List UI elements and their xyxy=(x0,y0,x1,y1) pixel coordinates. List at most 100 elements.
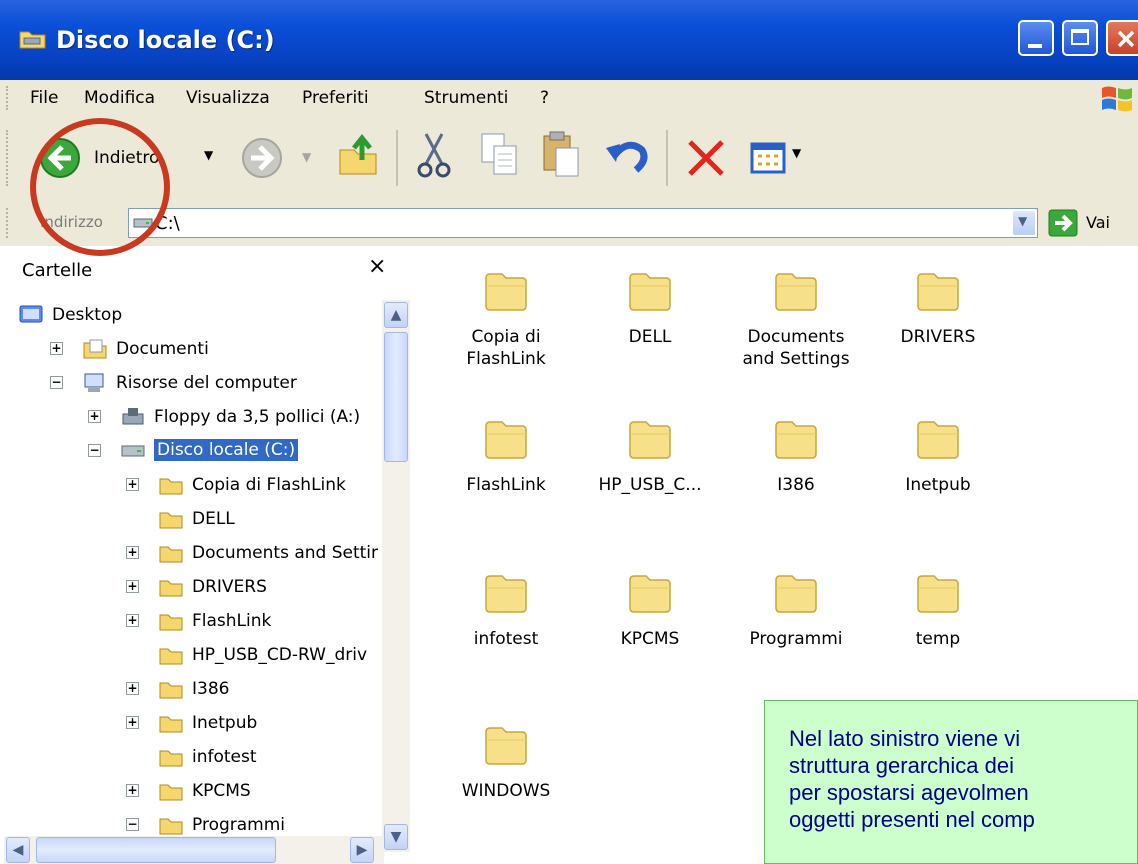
minimize-button[interactable] xyxy=(1018,20,1054,56)
menu-preferiti[interactable]: Preferiti xyxy=(302,88,369,108)
folder-item[interactable]: Programmi xyxy=(726,570,866,650)
menu-visualizza[interactable]: Visualizza xyxy=(186,88,270,108)
expand-icon[interactable]: + xyxy=(126,546,139,559)
toolbar-grip[interactable] xyxy=(6,130,11,186)
folder-item[interactable]: temp xyxy=(868,570,1008,650)
tree-item[interactable]: − Risorse del computer xyxy=(0,368,380,398)
expand-icon[interactable]: + xyxy=(126,784,139,797)
scroll-thumb[interactable] xyxy=(384,332,408,462)
folder-item[interactable]: HP_USB_C... xyxy=(580,416,720,496)
tree-item[interactable]: HP_USB_CD-RW_driv xyxy=(0,640,380,670)
hscroll-thumb[interactable] xyxy=(36,837,276,863)
folder-item[interactable]: KPCMS xyxy=(580,570,720,650)
go-arrow-icon xyxy=(1048,209,1078,237)
scroll-down-icon[interactable]: ▼ xyxy=(384,824,408,850)
folder-icon xyxy=(917,421,959,459)
tree-item[interactable]: + KPCMS xyxy=(0,776,380,806)
menu-strumenti[interactable]: Strumenti xyxy=(424,88,508,108)
folder-item[interactable]: I386 xyxy=(726,416,866,496)
tree-item[interactable]: + Inetpub xyxy=(0,708,380,738)
tree-item[interactable]: infotest xyxy=(0,742,380,772)
folder-label: KPCMS xyxy=(620,629,680,649)
folder-icon xyxy=(159,478,183,495)
folder-item[interactable]: Documents and Settings xyxy=(726,268,866,370)
address-field[interactable]: C:\ ▼ xyxy=(128,208,1038,238)
scroll-left-icon[interactable]: ◀ xyxy=(6,837,30,863)
folder-icon xyxy=(159,716,183,733)
menu-file[interactable]: File xyxy=(30,88,58,108)
menu-help[interactable]: ? xyxy=(540,88,549,108)
tree-item[interactable]: + I386 xyxy=(0,674,380,704)
close-button[interactable] xyxy=(1106,20,1138,56)
tree-item[interactable]: + Documenti xyxy=(0,334,380,364)
tree-item[interactable]: + FlashLink xyxy=(0,606,380,636)
expand-icon[interactable]: + xyxy=(126,478,139,491)
tree-item-label: DELL xyxy=(192,509,235,529)
folder-item[interactable]: Copia di FlashLink xyxy=(436,268,576,370)
expand-icon[interactable]: + xyxy=(126,580,139,593)
menu-bar: File Modifica Visualizza Preferiti Strum… xyxy=(0,80,1138,117)
delete-icon[interactable] xyxy=(684,136,728,180)
folder-icon xyxy=(159,784,183,801)
forward-arrow-icon[interactable] xyxy=(240,136,284,180)
folder-item[interactable]: FlashLink xyxy=(436,416,576,496)
folder-label: Programmi xyxy=(749,629,843,649)
maximize-button[interactable] xyxy=(1062,20,1098,56)
tree-item[interactable]: + Floppy da 3,5 pollici (A:) xyxy=(0,402,380,432)
vertical-scrollbar[interactable]: ▲ ▼ xyxy=(382,300,410,852)
folder-label: Copia di xyxy=(471,327,541,347)
menu-modifica[interactable]: Modifica xyxy=(84,88,155,108)
copy-icon[interactable] xyxy=(478,130,522,180)
paste-icon[interactable] xyxy=(540,130,584,180)
menu-grip[interactable] xyxy=(6,86,11,110)
views-dropdown-icon[interactable]: ▼ xyxy=(792,146,801,160)
tree-item[interactable]: Desktop xyxy=(0,300,380,330)
tree-item[interactable]: − Disco locale (C:) xyxy=(0,436,380,466)
tree-item[interactable]: + Copia di FlashLink xyxy=(0,470,380,500)
maximize-icon xyxy=(1071,29,1089,45)
folder-icon xyxy=(159,750,183,767)
views-icon[interactable] xyxy=(750,138,790,178)
folder-label: I386 xyxy=(777,475,815,495)
close-pane-icon[interactable]: × xyxy=(368,254,386,279)
horizontal-scrollbar[interactable]: ◀ ▶ xyxy=(4,836,384,864)
expand-icon[interactable]: + xyxy=(126,682,139,695)
tree-item[interactable]: DELL xyxy=(0,504,380,534)
cut-icon[interactable] xyxy=(414,130,454,180)
title-bar[interactable]: Disco locale (C:) xyxy=(0,0,1138,80)
expand-icon[interactable]: + xyxy=(126,716,139,729)
folder-item[interactable]: DRIVERS xyxy=(868,268,1008,348)
back-dropdown-icon[interactable]: ▼ xyxy=(204,148,213,162)
undo-icon[interactable] xyxy=(604,134,652,178)
address-dropdown[interactable]: ▼ xyxy=(1013,211,1035,235)
folder-up-icon[interactable] xyxy=(334,132,382,180)
tree-item-label: Documents and Settir xyxy=(192,543,379,563)
tree-item-label: infotest xyxy=(192,747,257,767)
collapse-icon[interactable]: − xyxy=(50,376,63,389)
folder-item[interactable]: DELL xyxy=(580,268,720,348)
scroll-up-icon[interactable]: ▲ xyxy=(384,302,408,328)
scroll-right-icon[interactable]: ▶ xyxy=(350,837,374,863)
go-button[interactable]: Vai xyxy=(1044,208,1138,238)
tree-item-label: Disco locale (C:) xyxy=(154,439,299,461)
folder-item[interactable]: Inetpub xyxy=(868,416,1008,496)
tree-item-label: Inetpub xyxy=(192,713,258,733)
expand-icon[interactable]: + xyxy=(88,410,101,423)
collapse-icon[interactable]: − xyxy=(126,818,139,831)
tree-item[interactable]: + Documents and Settir xyxy=(0,538,380,568)
tree-item[interactable]: + DRIVERS xyxy=(0,572,380,602)
tree-item-label: I386 xyxy=(192,679,230,699)
window-title: Disco locale (C:) xyxy=(56,26,275,54)
highlight-circle xyxy=(30,118,170,256)
collapse-icon[interactable]: − xyxy=(88,444,101,457)
expand-icon[interactable]: + xyxy=(126,614,139,627)
folder-item[interactable]: infotest xyxy=(436,570,576,650)
forward-dropdown-icon[interactable]: ▼ xyxy=(302,150,311,164)
tree-item-label: HP_USB_CD-RW_driv xyxy=(192,645,368,665)
expand-icon[interactable]: + xyxy=(50,342,63,355)
computer-icon xyxy=(84,373,104,392)
address-grip[interactable] xyxy=(6,208,11,238)
folder-item[interactable]: WINDOWS xyxy=(436,722,576,802)
folder-icon xyxy=(159,818,183,835)
folder-icon xyxy=(485,575,527,613)
